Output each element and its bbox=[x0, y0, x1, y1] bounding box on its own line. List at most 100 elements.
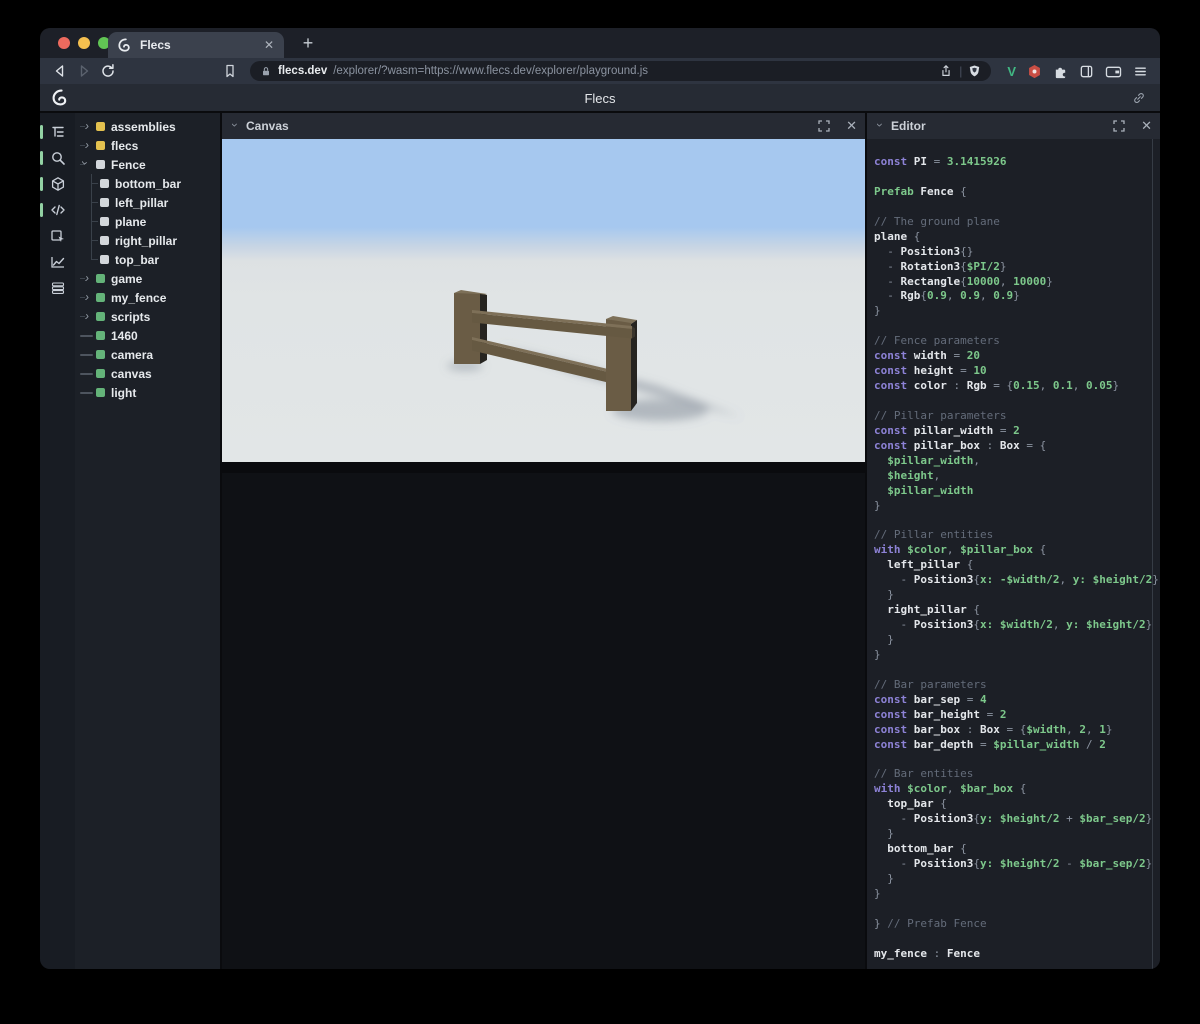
code-line: const height = 10 bbox=[874, 364, 1150, 379]
chevron-right-icon[interactable]: › bbox=[85, 290, 89, 304]
red-hexagon-extension-icon[interactable] bbox=[1027, 64, 1042, 79]
chevron-down-icon[interactable]: › bbox=[228, 120, 242, 130]
tree-item-label: left_pillar bbox=[115, 196, 168, 210]
minimize-window-button[interactable] bbox=[78, 37, 90, 49]
new-tab-button[interactable]: + bbox=[296, 31, 320, 55]
chevron-down-icon[interactable]: › bbox=[78, 161, 92, 165]
tab-title: Flecs bbox=[140, 38, 256, 52]
menu-hamburger-icon[interactable] bbox=[1133, 64, 1148, 79]
tree-item-camera[interactable]: camera bbox=[80, 345, 220, 364]
code-line: } bbox=[874, 648, 1150, 663]
entity-square bbox=[96, 350, 105, 359]
forward-button[interactable] bbox=[76, 63, 92, 79]
editor-scrollbar[interactable] bbox=[1152, 139, 1153, 969]
fullscreen-icon[interactable] bbox=[818, 120, 830, 132]
flecs-script[interactable]: const PI = 3.1415926 Prefab Fence { // T… bbox=[874, 155, 1150, 962]
tree-item-light[interactable]: light bbox=[80, 383, 220, 402]
tree-item-scripts[interactable]: › scripts bbox=[80, 307, 220, 326]
code-line: bottom_bar { bbox=[874, 842, 1150, 857]
share-link-icon[interactable] bbox=[1132, 91, 1146, 105]
tree-item-plane[interactable]: plane bbox=[80, 212, 220, 231]
url-host: flecs.dev bbox=[278, 65, 327, 77]
close-panel-icon[interactable]: ✕ bbox=[846, 118, 857, 134]
reload-button[interactable] bbox=[100, 63, 116, 79]
tree-item-canvas[interactable]: canvas bbox=[80, 364, 220, 383]
tree-item-game[interactable]: ›game bbox=[80, 269, 220, 288]
code-line: const bar_height = 2 bbox=[874, 708, 1150, 723]
tree-item-right_pillar[interactable]: right_pillar bbox=[80, 231, 220, 250]
code-line: top_bar { bbox=[874, 797, 1150, 812]
sidebar-toggle-icon[interactable] bbox=[1079, 64, 1094, 79]
tab-close-icon[interactable]: ✕ bbox=[264, 38, 274, 52]
code-line: } bbox=[874, 872, 1150, 887]
entity-square bbox=[100, 217, 109, 226]
code-editor[interactable]: const PI = 3.1415926 Prefab Fence { // T… bbox=[867, 139, 1160, 969]
activity-bar bbox=[40, 113, 75, 969]
tree-item-my_fence[interactable]: › my_fence bbox=[80, 288, 220, 307]
share-icon[interactable] bbox=[939, 64, 953, 78]
canvas-3d-viewport[interactable] bbox=[222, 139, 865, 462]
search-results-area[interactable] bbox=[222, 473, 865, 969]
back-button[interactable] bbox=[52, 63, 68, 79]
activity-data-button[interactable] bbox=[40, 275, 75, 301]
entity-square bbox=[96, 141, 105, 150]
tree-item-flecs[interactable]: ›flecs bbox=[80, 136, 220, 155]
code-line: // Fence parameters bbox=[874, 334, 1150, 349]
tree-item-label: my_fence bbox=[111, 291, 166, 305]
code-line bbox=[874, 663, 1150, 678]
active-indicator bbox=[40, 203, 43, 217]
chevron-right-icon[interactable]: › bbox=[85, 119, 89, 133]
entity-square bbox=[100, 198, 109, 207]
activity-entity-tree-button[interactable] bbox=[40, 119, 75, 145]
code-line: $pillar_width bbox=[874, 484, 1150, 499]
fence-render bbox=[222, 139, 865, 462]
leaf-connector bbox=[80, 383, 96, 402]
activity-stats-button[interactable] bbox=[40, 249, 75, 275]
panel-gap bbox=[222, 462, 865, 473]
activity-search-button[interactable] bbox=[40, 145, 75, 171]
tree-item-assemblies[interactable]: ›assemblies bbox=[80, 117, 220, 136]
flecs-favicon-icon bbox=[118, 38, 132, 52]
code-line: } bbox=[874, 827, 1150, 842]
code-line: } bbox=[874, 633, 1150, 648]
tree-connector bbox=[80, 231, 100, 250]
address-bar[interactable]: flecs.dev /explorer/?wasm=https://www.fl… bbox=[250, 61, 991, 81]
activity-inspect-button[interactable] bbox=[40, 223, 75, 249]
code-line: right_pillar { bbox=[874, 603, 1150, 618]
activity-scene-button[interactable] bbox=[40, 171, 75, 197]
chevron-down-icon[interactable]: › bbox=[873, 120, 887, 130]
code-line: } bbox=[874, 499, 1150, 514]
browser-tab[interactable]: Flecs ✕ bbox=[108, 32, 284, 58]
editor-panel-title: Editor bbox=[891, 119, 1099, 133]
code-line: left_pillar { bbox=[874, 558, 1150, 573]
code-line bbox=[874, 394, 1150, 409]
chevron-right-icon[interactable]: › bbox=[85, 309, 89, 323]
tab-strip: Flecs ✕ + bbox=[40, 28, 1160, 58]
entity-square bbox=[96, 331, 105, 340]
wallet-icon[interactable] bbox=[1105, 64, 1122, 79]
activity-code-button[interactable] bbox=[40, 197, 75, 223]
tree-item-left_pillar[interactable]: left_pillar bbox=[80, 193, 220, 212]
bookmark-icon[interactable] bbox=[222, 63, 238, 79]
chevron-right-icon[interactable]: › bbox=[85, 138, 89, 152]
tree-item-label: canvas bbox=[111, 367, 152, 381]
code-line: - Position3{y: $height/2 + $bar_sep/2} bbox=[874, 812, 1150, 827]
vue-devtools-icon[interactable]: V bbox=[1007, 64, 1016, 79]
app-header: Flecs bbox=[40, 84, 1160, 112]
close-window-button[interactable] bbox=[58, 37, 70, 49]
lock-icon bbox=[260, 65, 272, 78]
data-rows-icon bbox=[50, 280, 66, 296]
tree-item-bottom_bar[interactable]: bottom_bar bbox=[80, 174, 220, 193]
tree-item-top_bar[interactable]: top_bar bbox=[80, 250, 220, 269]
scene-background bbox=[222, 139, 865, 462]
brave-shield-icon[interactable] bbox=[968, 64, 981, 78]
extensions-puzzle-icon[interactable] bbox=[1053, 64, 1068, 79]
close-panel-icon[interactable]: ✕ bbox=[1141, 118, 1152, 134]
tree-item-Fence[interactable]: ›Fence bbox=[80, 155, 220, 174]
tree-item-label: scripts bbox=[111, 310, 150, 324]
tree-item-1460[interactable]: 1460 bbox=[80, 326, 220, 345]
chevron-right-icon[interactable]: › bbox=[85, 271, 89, 285]
fullscreen-icon[interactable] bbox=[1113, 120, 1125, 132]
code-line: - Rotation3{$PI/2} bbox=[874, 260, 1150, 275]
code-line: - Rgb{0.9, 0.9, 0.9} bbox=[874, 289, 1150, 304]
